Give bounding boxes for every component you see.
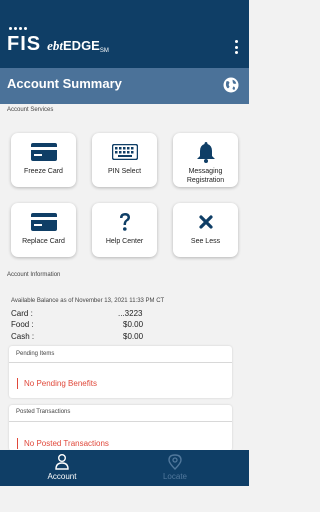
freeze-card-button[interactable]: Freeze Card (11, 133, 76, 187)
app-logo: FIS ebt EDGE SM (7, 27, 109, 55)
balance-row-card: Card : ...3223 (11, 309, 151, 320)
bell-icon (196, 139, 216, 165)
logo-ebt: ebt (47, 38, 64, 53)
balance-key: Card : (11, 309, 33, 318)
balance-row-cash: Cash : $0.00 (11, 332, 151, 343)
nav-locate[interactable]: Locate (125, 450, 225, 486)
messaging-registration-button[interactable]: Messaging Registration (173, 133, 238, 187)
balance-value: $0.00 (123, 332, 144, 341)
help-center-label: Help Center (105, 238, 144, 245)
logo-trademark: SM (99, 48, 109, 54)
more-options-icon[interactable] (233, 40, 239, 54)
balance-key: Food : (11, 320, 34, 329)
pending-items-title: Pending Items (16, 351, 55, 357)
freeze-card-label: Freeze Card (24, 168, 63, 175)
location-pin-icon (168, 454, 182, 470)
keyboard-icon (111, 139, 138, 165)
divider (9, 421, 232, 422)
logo-edge: EDGE (63, 38, 100, 53)
system-navigation-bar (0, 486, 249, 512)
balance-row-food: Food : $0.00 (11, 320, 151, 331)
balance-timestamp: Available Balance as of November 13, 202… (11, 298, 165, 304)
replace-card-label: Replace Card (22, 238, 65, 245)
balance-value: $0.00 (123, 320, 144, 329)
nav-locate-label: Locate (162, 472, 188, 481)
globe-icon[interactable] (222, 76, 240, 94)
replace-card-button[interactable]: Replace Card (11, 203, 76, 257)
nav-account[interactable]: Account (12, 450, 112, 486)
credit-card-icon (30, 209, 57, 235)
question-icon (118, 209, 132, 235)
posted-transactions-message: No Posted Transactions (17, 438, 109, 449)
account-information-label: Account Information (7, 272, 61, 278)
account-services-label: Account Services (7, 107, 54, 113)
logo-dots (9, 27, 27, 30)
nav-account-label: Account (47, 472, 77, 481)
balance-key: Cash : (11, 332, 35, 341)
credit-card-icon (30, 139, 57, 165)
help-center-button[interactable]: Help Center (92, 203, 157, 257)
app-header: FIS ebt EDGE SM (0, 0, 249, 68)
pin-select-button[interactable]: PIN Select (92, 133, 157, 187)
messaging-registration-label: Messaging Registration (186, 168, 225, 184)
see-less-button[interactable]: See Less (173, 203, 238, 257)
pending-items-message: No Pending Benefits (17, 378, 97, 389)
balance-value: ...3223 (118, 309, 143, 318)
logo-fis: FIS (7, 33, 42, 55)
posted-transactions-title: Posted Transactions (16, 409, 71, 415)
bottom-navigation: Account Locate (0, 450, 249, 486)
divider (9, 362, 232, 363)
page-title: Account Summary (7, 76, 122, 91)
summary-bar: Account Summary (0, 68, 249, 104)
close-icon (198, 209, 213, 235)
person-icon (55, 454, 69, 470)
see-less-label: See Less (190, 238, 221, 245)
pin-select-label: PIN Select (107, 168, 142, 175)
